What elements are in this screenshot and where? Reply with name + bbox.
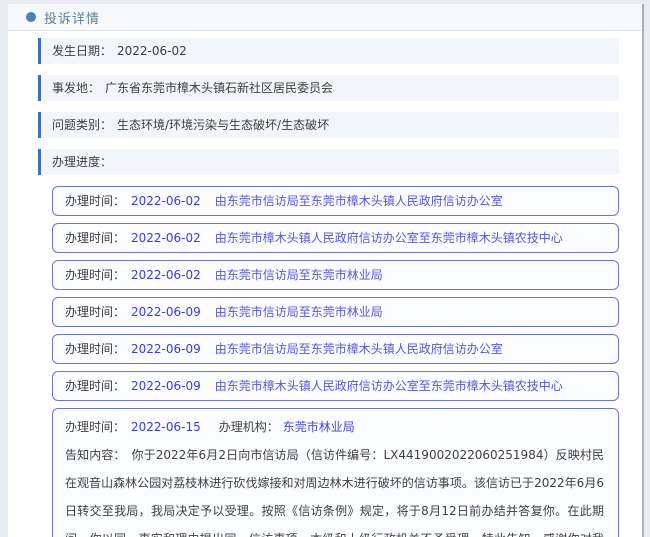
progress-date: 2022-06-09 [131,379,201,393]
final-time-label: 办理时间： [65,420,125,434]
progress-route-link[interactable]: 由东莞市樟木头镇人民政府信访办公室至东莞市樟木头镇农技中心 [215,379,563,393]
progress-time-label: 办理时间： [65,231,125,245]
field-row-progress: 办理进度： [38,149,619,175]
progress-entry: 办理时间： 2022-06-09 由东莞市信访局至东莞市林业局 [52,297,619,327]
field-row-category: 问题类别： 生态环境/环境污染与生态破坏/生态破坏 [38,112,619,138]
field-row-location: 事发地： 广东省东莞市樟木头镇石新社区居民委员会 [38,75,619,101]
progress-route-link[interactable]: 由东莞市樟木头镇人民政府信访办公室至东莞市樟木头镇农技中心 [215,231,563,245]
progress-route-link[interactable]: 由东莞市信访局至东莞市林业局 [215,305,383,319]
field-label: 问题类别： [52,118,112,132]
progress-time-label: 办理时间： [65,268,125,282]
field-row-occurrence-date: 发生日期： 2022-06-02 [38,38,619,64]
progress-route-link[interactable]: 由东莞市信访局至东莞市樟木头镇人民政府信访办公室 [215,194,503,208]
progress-route-link[interactable]: 由东莞市信访局至东莞市樟木头镇人民政府信访办公室 [215,342,503,356]
notice-paragraph: 告知内容：你于2022年6月2日向市信访局（信访件编号：LX4419002022… [65,441,604,537]
progress-time-label: 办理时间： [65,194,125,208]
field-label: 办理进度： [52,155,112,169]
progress-date: 2022-06-09 [131,342,201,356]
progress-entry: 办理时间： 2022-06-02 由东莞市信访局至东莞市樟木头镇人民政府信访办公室 [52,186,619,216]
field-label: 发生日期： [52,44,112,58]
progress-time-label: 办理时间： [65,379,125,393]
progress-route-link[interactable]: 由东莞市信访局至东莞市林业局 [215,268,383,282]
page-title: 投诉详情 [44,8,100,27]
field-value: 广东省东莞市樟木头镇石新社区居民委员会 [105,81,333,95]
final-org-label: 办理机构： [219,420,279,434]
progress-date: 2022-06-09 [131,305,201,319]
notice-label: 告知内容： [65,448,126,462]
final-org-link[interactable]: 东莞市林业局 [283,420,355,434]
progress-list: 办理时间：2022-06-02由东莞市信访局至东莞市樟木头镇人民政府信访办公室 … [52,186,619,537]
notice-text: 你于2022年6月2日向市信访局（信访件编号：LX441900202206025… [65,448,604,537]
progress-date: 2022-06-02 [131,231,201,245]
complaint-detail-panel: 投诉详情 发生日期： 2022-06-02 事发地： 广东省东莞市樟木头镇石新社区居… [8,4,644,537]
progress-date: 2022-06-02 [131,268,201,282]
progress-date: 2022-06-02 [131,194,201,208]
field-label: 事发地： [52,81,100,95]
panel-content: 发生日期：2022-06-02 事发地：广东省东莞市樟木头镇石新社区居民委员会 … [8,31,642,537]
final-notice-box: 办理时间： 2022-06-15 办理机构： 东莞市林业局 告知内容：你于2022年6… [52,408,619,537]
field-value: 生态环境/环境污染与生态破坏/生态破坏 [117,118,329,132]
final-date: 2022-06-15 [131,420,201,434]
progress-entry: 办理时间： 2022-06-02 由东莞市樟木头镇人民政府信访办公室至东莞市樟木头镇… [52,223,619,253]
final-meta-line: 办理时间： 2022-06-15 办理机构： 东莞市林业局 [65,413,604,441]
progress-entry: 办理时间： 2022-06-09 由东莞市樟木头镇人民政府信访办公室至东莞市樟木头镇… [52,371,619,401]
progress-entry: 办理时间： 2022-06-02 由东莞市信访局至东莞市林业局 [52,260,619,290]
bullet-icon [26,12,36,22]
progress-time-label: 办理时间： [65,342,125,356]
progress-time-label: 办理时间： [65,305,125,319]
panel-header: 投诉详情 [8,4,642,31]
progress-entry: 办理时间： 2022-06-09 由东莞市信访局至东莞市樟木头镇人民政府信访办公室 [52,334,619,364]
field-value: 2022-06-02 [117,44,187,58]
